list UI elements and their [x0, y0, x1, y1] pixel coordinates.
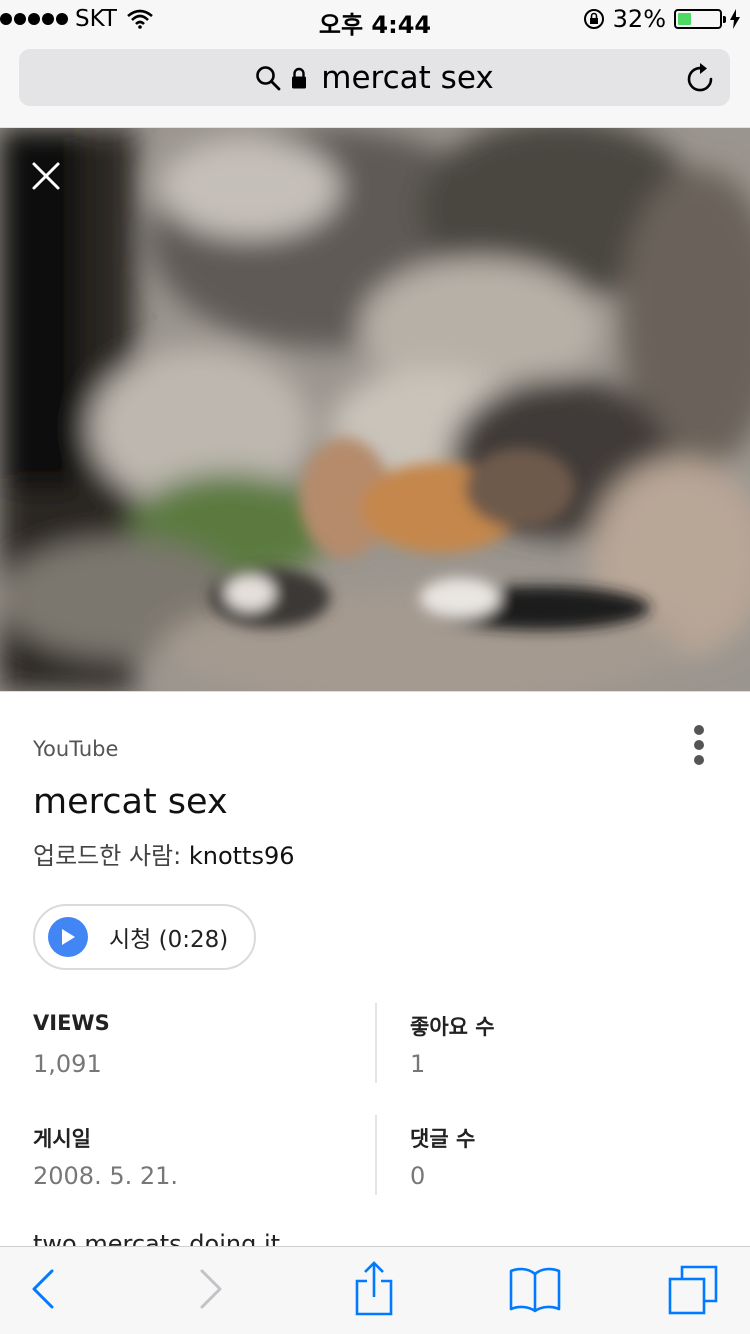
- stats-divider: [375, 1115, 377, 1195]
- published-label: 게시일: [33, 1127, 91, 1151]
- comments-value: 0: [410, 1162, 426, 1190]
- share-icon[interactable]: [353, 1261, 395, 1317]
- video-info-card: YouTube mercat sex 업로드한 사람: knotts96 시청 …: [0, 691, 750, 1258]
- source-name: YouTube: [33, 737, 119, 761]
- lock-icon: [292, 67, 307, 88]
- views-value: 1,091: [33, 1050, 102, 1078]
- stats-divider: [375, 1003, 377, 1083]
- battery-percent: 32%: [612, 5, 666, 33]
- address-text: mercat sex: [321, 59, 494, 96]
- browser-toolbar: [0, 1246, 750, 1334]
- address-bar[interactable]: mercat sex: [19, 49, 730, 106]
- rotation-lock-icon: [583, 9, 604, 29]
- comments-label: 댓글 수: [410, 1127, 476, 1151]
- reload-icon[interactable]: [686, 61, 716, 93]
- published-value: 2008. 5. 21.: [33, 1162, 179, 1190]
- watch-label: 시청 (0:28): [109, 927, 229, 953]
- watch-button[interactable]: 시청 (0:28): [33, 904, 256, 970]
- uploader-label: 업로드한 사람:: [33, 842, 189, 870]
- thumbnail-photo: [0, 128, 750, 691]
- uploader-line: 업로드한 사람: knotts96: [33, 836, 294, 871]
- likes-label: 좋아요 수: [410, 1015, 495, 1039]
- back-icon[interactable]: [30, 1267, 56, 1311]
- browser-header: mercat sex: [0, 40, 750, 128]
- video-thumbnail[interactable]: [0, 128, 750, 691]
- more-options-icon[interactable]: [692, 724, 706, 766]
- battery-icon: [674, 9, 726, 29]
- close-icon[interactable]: [28, 158, 64, 194]
- search-icon: [256, 65, 281, 90]
- uploader-name[interactable]: knotts96: [189, 842, 295, 870]
- likes-value: 1: [410, 1050, 426, 1078]
- play-icon: [48, 917, 88, 957]
- views-label: VIEWS: [33, 1011, 110, 1035]
- tabs-icon[interactable]: [668, 1265, 720, 1315]
- video-title: mercat sex: [33, 782, 228, 822]
- bookmarks-icon[interactable]: [508, 1265, 562, 1313]
- forward-icon[interactable]: [198, 1267, 224, 1311]
- charging-icon: [730, 9, 740, 29]
- status-bar: SKT 오후 4:44 32%: [0, 0, 750, 40]
